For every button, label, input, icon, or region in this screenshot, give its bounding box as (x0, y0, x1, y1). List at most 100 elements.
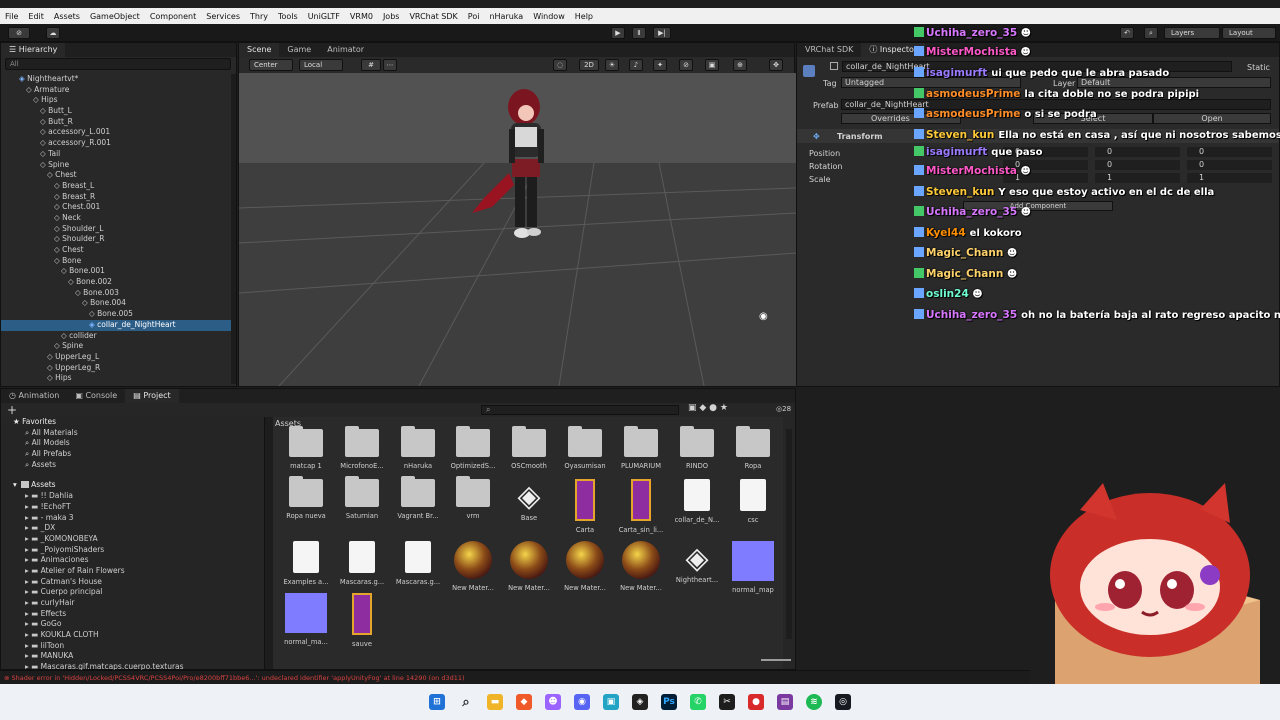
layout-dropdown[interactable]: Layout (1222, 27, 1276, 39)
menu-jobs[interactable]: Jobs (383, 12, 400, 21)
account-button[interactable]: ⊘ (8, 27, 30, 39)
spotify-icon[interactable]: ≋ (806, 694, 822, 710)
whatsapp-icon[interactable]: ✆ (690, 694, 706, 710)
zoom-slider[interactable] (761, 659, 791, 661)
asset-item[interactable]: sauve (334, 593, 390, 649)
favorites-header[interactable]: ★ Favorites (1, 417, 264, 428)
tab-animation[interactable]: ◷ Animation (1, 389, 67, 403)
tab-project[interactable]: ▤ Project (125, 389, 179, 403)
search-icon[interactable]: ⌕ (458, 694, 474, 710)
tab-animator[interactable]: Animator (319, 43, 372, 57)
snap-icon[interactable]: ⋯ (383, 59, 397, 71)
pivot-center-dropdown[interactable]: Center (249, 59, 293, 71)
hierarchy-item[interactable]: ◈ Nightheartvt* (1, 74, 231, 85)
hierarchy-item[interactable]: ◇ accessory_L.001 (1, 127, 231, 138)
favorite-item[interactable]: ⌕ Assets (1, 460, 264, 471)
asset-folder-item[interactable]: ▸ ▬ Atelier of Rain Flowers (1, 566, 264, 577)
asset-item[interactable]: RINDO (669, 426, 725, 471)
hierarchy-item[interactable]: ◇ Butt_L (1, 106, 231, 117)
asset-item[interactable]: MicrofonoE... (334, 426, 390, 471)
unity-icon[interactable]: ◈ (632, 694, 648, 710)
filter-type-icon[interactable]: ▣ ◆ ● ★ (688, 403, 728, 413)
gizmos-icon[interactable]: ⊕ (733, 59, 747, 71)
hierarchy-item[interactable]: ◇ Chest (1, 245, 231, 256)
photoshop-icon[interactable]: Ps (661, 694, 677, 710)
hierarchy-item[interactable]: ◇ collider (1, 331, 231, 342)
hierarchy-item[interactable]: ◇ Bone (1, 256, 231, 267)
camera-icon[interactable]: ▣ (705, 59, 719, 71)
play-button[interactable]: ▶ (611, 27, 625, 39)
object-name-field[interactable]: collar_de_NightHeart (842, 61, 1232, 72)
menu-component[interactable]: Component (150, 12, 196, 21)
asset-item[interactable]: New Mater... (501, 541, 557, 593)
asset-folder-item[interactable]: ▸ ▬ GoGo (1, 619, 264, 630)
record-icon[interactable]: ● (748, 694, 764, 710)
hierarchy-item[interactable]: ◇ Butt_R (1, 117, 231, 128)
effects-icon[interactable]: ✦ (653, 59, 667, 71)
project-tree-scrollbar[interactable] (265, 417, 273, 669)
search-icon[interactable]: ⌕ (1144, 27, 1158, 39)
hierarchy-search[interactable]: All (5, 58, 231, 70)
open-button[interactable]: Open (1153, 113, 1271, 124)
tab-console[interactable]: ▣ Console (67, 389, 125, 403)
hierarchy-item[interactable]: ◇ UpperLeg_R (1, 363, 231, 374)
favorite-item[interactable]: ⌕ All Prefabs (1, 449, 264, 460)
hierarchy-item[interactable]: ◇ Neck (1, 213, 231, 224)
hierarchy-item[interactable]: ◈ collar_de_NightHeart (1, 319, 231, 331)
tab-scene[interactable]: Scene (239, 43, 280, 57)
tab-hierarchy[interactable]: ☰ Hierarchy (1, 43, 66, 57)
pivot-local-dropdown[interactable]: Local (299, 59, 343, 71)
menu-edit[interactable]: Edit (28, 12, 44, 21)
capcut-alt-icon[interactable]: ✂ (719, 694, 735, 710)
asset-folder-item[interactable]: ▸ ▬ _DX (1, 523, 264, 534)
asset-item[interactable]: normal_map (725, 541, 781, 595)
menu-tools[interactable]: Tools (278, 12, 298, 21)
position-y-field[interactable]: 0 (1095, 147, 1180, 157)
menu-help[interactable]: Help (575, 12, 593, 21)
grid-icon[interactable]: # (361, 59, 381, 71)
asset-folder-item[interactable]: ▸ ▬ !! Dahlia (1, 491, 264, 502)
hierarchy-scrollbar[interactable] (231, 74, 236, 384)
menu-vrchat-sdk[interactable]: VRChat SDK (409, 12, 457, 21)
history-icon[interactable]: ↶ (1120, 27, 1134, 39)
hierarchy-item[interactable]: ◇ Bone.005 (1, 309, 231, 320)
rotation-x-field[interactable]: 0 (1003, 160, 1088, 170)
asset-item[interactable]: Saturnian (334, 476, 390, 521)
hierarchy-item[interactable]: ◇ Shoulder_L (1, 224, 231, 235)
asset-item[interactable]: Ropa (725, 426, 781, 471)
asset-folder-item[interactable]: ▸ ▬ Animaciones (1, 555, 264, 566)
hierarchy-item[interactable]: ◇ Tail (1, 149, 231, 160)
position-z-field[interactable]: 0 (1187, 147, 1272, 157)
hierarchy-item[interactable]: ◇ Spine (1, 341, 231, 352)
tab-game[interactable]: Game (279, 43, 319, 57)
lighting-icon[interactable]: ☀ (605, 59, 619, 71)
transform-header[interactable]: ✥ Transform (797, 129, 1279, 143)
static-toggle[interactable]: Static (1247, 63, 1270, 72)
asset-item[interactable]: Oyasumisan (557, 426, 613, 471)
asset-item[interactable]: PLUMARIUM (613, 426, 669, 471)
scene-view-eye-icon[interactable]: ◉ (759, 311, 768, 322)
asset-folder-item[interactable]: ▸ ▬ curlyHair (1, 598, 264, 609)
overrides-dropdown[interactable]: Overrides (841, 113, 961, 124)
hierarchy-item[interactable]: ◇ Breast_R (1, 192, 231, 203)
scale-z-field[interactable]: 1 (1187, 173, 1272, 183)
asset-folder-item[interactable]: ▸ ▬ _KOMONOBEYA (1, 534, 264, 545)
tab-inspector[interactable]: ⓘ Inspector (861, 43, 926, 57)
shading-icon[interactable]: ◌ (553, 59, 567, 71)
asset-item[interactable]: normal_ma... (278, 593, 334, 647)
asset-item[interactable]: OptimizedS... (445, 426, 501, 471)
asset-item[interactable]: nHaruka (390, 426, 446, 471)
hierarchy-item[interactable]: ◇ Hips (1, 373, 231, 384)
menu-unigltf[interactable]: UniGLTF (308, 12, 340, 21)
explorer-icon[interactable]: ▬ (487, 694, 503, 710)
favorite-item[interactable]: ⌕ All Models (1, 438, 264, 449)
cloud-icon[interactable]: ☁ (46, 27, 60, 39)
assets-root[interactable]: ▾ Assets (1, 480, 264, 491)
hierarchy-item[interactable]: ◇ Shoulder_R (1, 234, 231, 245)
hierarchy-item[interactable]: ◇ Bone.002 (1, 277, 231, 288)
game-icon[interactable]: ☻ (545, 694, 561, 710)
asset-item[interactable]: csc (725, 479, 781, 525)
asset-folder-item[interactable]: ▸ ▬ Cuerpo principal (1, 587, 264, 598)
layer-dropdown[interactable]: Default (1077, 77, 1271, 88)
hierarchy-item[interactable]: ◇ Bone.001 (1, 266, 231, 277)
